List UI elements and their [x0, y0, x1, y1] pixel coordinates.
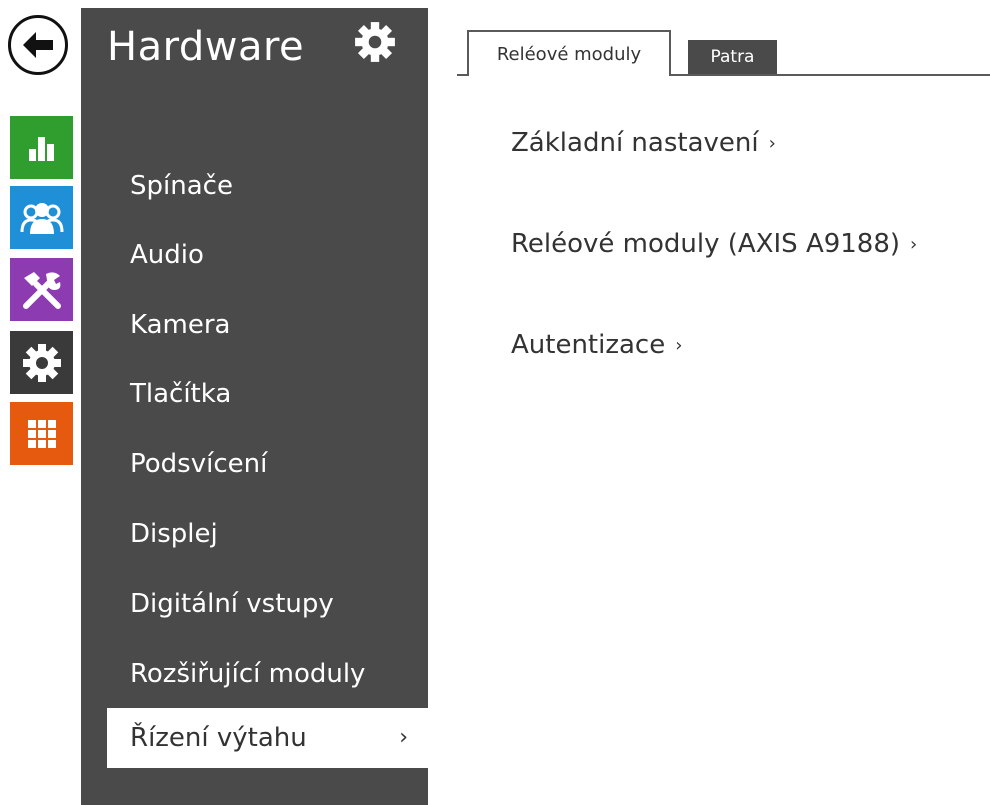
page: Hardware Spínače Audio Kamera Tlačítka P…	[0, 0, 990, 805]
menu-item-rizeni-vytahu[interactable]: Řízení výtahu ›	[107, 708, 428, 768]
rail-item-hardware[interactable]	[10, 331, 73, 394]
chevron-right-icon: ›	[768, 133, 776, 154]
menu-title: Hardware	[107, 24, 305, 70]
tab-bar: Reléové moduly Patra	[457, 30, 990, 78]
link-zakladni-nastaveni[interactable]: Základní nastavení ›	[511, 128, 776, 158]
chevron-right-icon: ›	[675, 335, 683, 356]
menu-item-spinace[interactable]: Spínače	[81, 162, 428, 210]
gear-icon	[22, 343, 61, 382]
link-label: Autentizace	[511, 330, 666, 360]
rail-item-users[interactable]	[10, 186, 73, 249]
link-autentizace[interactable]: Autentizace ›	[511, 330, 682, 360]
icon-rail	[0, 0, 75, 805]
bar-chart-icon	[28, 136, 54, 161]
menu-item-kamera[interactable]: Kamera	[81, 301, 428, 349]
link-label: Reléové moduly (AXIS A9188)	[511, 229, 901, 259]
grid-icon	[27, 419, 56, 448]
menu-item-rozsirujici-moduly[interactable]: Rozšiřující moduly	[81, 650, 428, 698]
link-releove-moduly-axis[interactable]: Reléové moduly (AXIS A9188) ›	[511, 229, 917, 259]
gear-icon[interactable]	[353, 20, 397, 64]
rail-item-status[interactable]	[10, 116, 73, 179]
tab-releove-moduly[interactable]: Reléové moduly	[467, 30, 671, 76]
chevron-right-icon: ›	[910, 234, 918, 255]
rail-item-system[interactable]	[10, 402, 73, 465]
menu-item-audio[interactable]: Audio	[81, 231, 428, 279]
hardware-menu: Hardware Spínače Audio Kamera Tlačítka P…	[81, 8, 428, 805]
tab-patra[interactable]: Patra	[688, 40, 777, 74]
link-label: Základní nastavení	[511, 128, 759, 158]
menu-item-label: Řízení výtahu	[130, 723, 307, 753]
menu-item-tlacitka[interactable]: Tlačítka	[81, 370, 428, 418]
back-button[interactable]	[8, 15, 68, 75]
menu-item-podsviceni[interactable]: Podsvícení	[81, 440, 428, 488]
menu-item-digitalni-vstupy[interactable]: Digitální vstupy	[81, 580, 428, 628]
menu-item-displej[interactable]: Displej	[81, 510, 428, 558]
arrow-left-icon	[23, 32, 53, 58]
rail-item-services[interactable]	[10, 258, 73, 321]
tools-icon	[22, 271, 61, 309]
chevron-right-icon: ›	[399, 725, 408, 750]
users-icon	[20, 202, 63, 234]
